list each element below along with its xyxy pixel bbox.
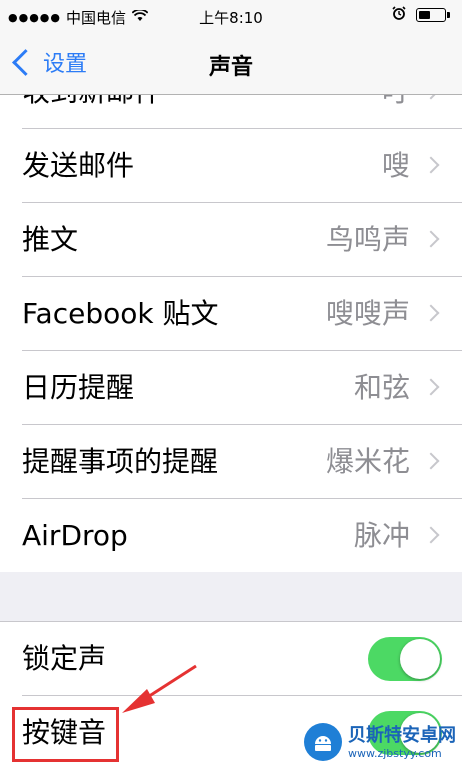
chevron-right-icon <box>422 378 440 396</box>
android-logo-icon <box>304 723 342 761</box>
row-label: AirDrop <box>22 519 128 552</box>
list-item-tweet[interactable]: 推文 鸟鸣声 <box>22 203 462 277</box>
alarm-clock-icon <box>392 6 406 24</box>
list-item-facebook-post[interactable]: Facebook 贴文 嗖嗖声 <box>22 277 462 351</box>
row-value: 嗖嗖声 <box>325 297 410 330</box>
watermark-text: 贝斯特安卓网 www.zjbstyy.com <box>348 725 456 760</box>
annotation-highlight-box <box>12 707 119 762</box>
page-title: 声音 <box>208 55 253 80</box>
row-value: 鸟鸣声 <box>325 223 410 256</box>
chevron-right-icon <box>422 304 440 322</box>
row-value: 和弦 <box>353 371 410 404</box>
watermark-logo: 贝斯特安卓网 www.zjbstyy.com <box>304 723 456 761</box>
status-bar: ●●●●● 中国电信 上午8:10 <box>0 0 462 34</box>
watermark-title: 贝斯特安卓网 <box>348 724 456 746</box>
lock-sound-toggle[interactable] <box>368 637 442 681</box>
watermark-url: www.zjbstyy.com <box>348 746 442 760</box>
navigation-bar: 设置 声音 <box>0 34 462 95</box>
row-value: 脉冲 <box>353 519 410 552</box>
list-item-airdrop[interactable]: AirDrop 脉冲 <box>22 499 462 572</box>
row-label: 推文 <box>22 223 79 256</box>
chevron-right-icon <box>422 230 440 248</box>
row-label: 收到新邮件 <box>22 95 162 128</box>
row-label: 提醒事项的提醒 <box>22 445 219 478</box>
status-right <box>392 6 450 24</box>
list-item-calendar-alerts[interactable]: 日历提醒 和弦 <box>22 351 462 425</box>
toggle-knob <box>400 639 440 679</box>
row-label: Facebook 贴文 <box>22 297 219 330</box>
row-value: 叮 <box>382 95 410 128</box>
list-item-new-mail[interactable]: 收到新邮件 叮 <box>22 95 462 129</box>
chevron-right-icon <box>422 95 440 100</box>
row-label: 发送邮件 <box>22 149 135 182</box>
chevron-right-icon <box>422 452 440 470</box>
alert-sounds-group: 收到新邮件 叮 发送邮件 嗖 推文 鸟鸣声 Facebook 贴文 嗖嗖声 日历… <box>0 95 462 572</box>
list-item-lock-sound: 锁定声 <box>22 622 462 696</box>
chevron-right-icon <box>422 526 440 544</box>
row-value: 嗖 <box>381 149 410 182</box>
sounds-list[interactable]: 收到新邮件 叮 发送邮件 嗖 推文 鸟鸣声 Facebook 贴文 嗖嗖声 日历… <box>0 95 462 768</box>
row-value: 爆米花 <box>325 445 410 478</box>
chevron-right-icon <box>422 156 440 174</box>
battery-nub <box>447 12 450 18</box>
list-item-sent-mail[interactable]: 发送邮件 嗖 <box>22 129 462 203</box>
list-item-reminder-alerts[interactable]: 提醒事项的提醒 爆米花 <box>22 425 462 499</box>
row-label: 锁定声 <box>22 642 107 675</box>
battery-icon <box>416 8 446 22</box>
row-label: 日历提醒 <box>22 371 135 404</box>
